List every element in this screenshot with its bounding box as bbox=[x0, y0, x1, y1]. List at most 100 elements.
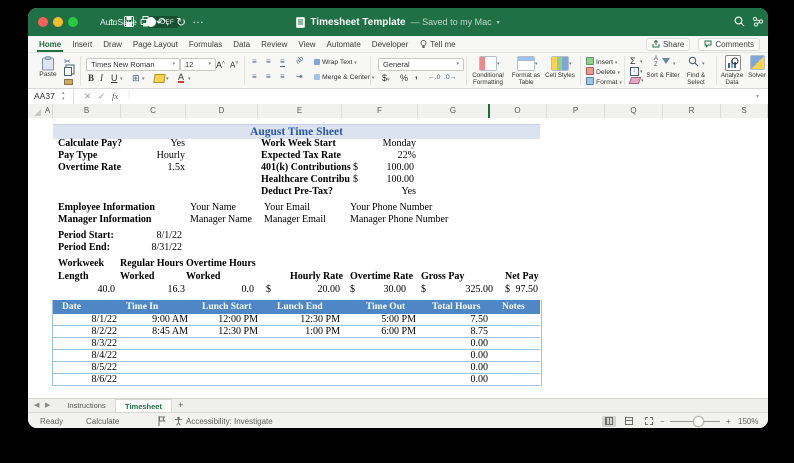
ribbon-tab-review[interactable]: Review bbox=[261, 37, 287, 52]
summary-value[interactable]: 0.0 bbox=[208, 284, 254, 296]
summary-value[interactable]: 20.00 bbox=[290, 284, 340, 296]
period-end-value[interactable]: 8/31/22 bbox=[122, 242, 182, 254]
wrap-text-button[interactable]: Wrap Text ▾ bbox=[314, 59, 357, 66]
summary-header[interactable]: Workweek bbox=[58, 258, 104, 270]
summary-header[interactable]: Regular Hours bbox=[120, 258, 183, 270]
add-sheet-button[interactable]: + bbox=[178, 400, 183, 410]
autosum-dropdown-icon[interactable]: ▾ bbox=[640, 59, 643, 65]
underline-button[interactable]: U bbox=[111, 73, 118, 83]
paste-button[interactable]: Paste bbox=[36, 56, 60, 78]
summary-currency[interactable]: $ bbox=[350, 284, 355, 296]
borders-dropdown-icon[interactable]: ▾ bbox=[142, 76, 145, 82]
name-box-stepper[interactable]: ▴▾ bbox=[62, 90, 65, 102]
bold-button[interactable]: B bbox=[88, 73, 94, 83]
percent-format-icon[interactable]: % bbox=[400, 73, 408, 83]
period-start-value[interactable]: 8/1/22 bbox=[122, 230, 182, 242]
timesheet-row[interactable]: 8/1/229:00 AM12:00 PM12:30 PM5:00 PM7.50 bbox=[53, 314, 540, 326]
currency-format-icon[interactable]: $▾ bbox=[382, 73, 390, 85]
column-header-S[interactable]: S bbox=[721, 104, 768, 118]
ribbon-tab-data[interactable]: Data bbox=[233, 37, 250, 52]
timesheet-row[interactable]: 8/5/220.00 bbox=[53, 362, 540, 374]
prev-sheet-icon[interactable]: ◀ bbox=[34, 401, 39, 409]
column-header-B[interactable]: B bbox=[53, 104, 121, 118]
ribbon-tab-home[interactable]: Home bbox=[39, 37, 61, 52]
summary-header[interactable]: Length bbox=[58, 271, 89, 283]
column-header-G[interactable]: G bbox=[418, 104, 489, 118]
cell-value[interactable]: Yes bbox=[121, 138, 185, 150]
decrease-font-icon[interactable]: A˅ bbox=[230, 58, 238, 71]
sheet-tab-timesheet[interactable]: Timesheet bbox=[116, 399, 172, 413]
summary-value[interactable]: 16.3 bbox=[138, 284, 185, 296]
next-sheet-icon[interactable]: ▶ bbox=[45, 401, 50, 409]
timesheet-cell[interactable]: 12:30 PM bbox=[278, 314, 340, 326]
summary-currency[interactable]: $ bbox=[421, 284, 426, 296]
manager-name[interactable]: Manager Name bbox=[190, 214, 252, 226]
cell-value[interactable]: Yes bbox=[346, 186, 416, 198]
clear-icon[interactable] bbox=[629, 77, 642, 84]
timesheet-table-header[interactable]: Date Time In Lunch Start Lunch End Time … bbox=[53, 300, 540, 314]
summary-value[interactable]: 325.00 bbox=[438, 284, 493, 296]
manager-email[interactable]: Manager Email bbox=[264, 214, 326, 226]
align-top-icon[interactable]: ≡ bbox=[252, 57, 257, 66]
column-header-D[interactable]: D bbox=[186, 104, 258, 118]
share-button[interactable]: Share bbox=[646, 38, 690, 51]
align-right-icon[interactable]: ≡ bbox=[280, 72, 285, 81]
column-header-R[interactable]: R bbox=[663, 104, 721, 118]
cell-label[interactable]: Work Week Start bbox=[261, 138, 336, 150]
name-box[interactable]: AA37 bbox=[28, 89, 74, 104]
timesheet-cell[interactable]: 8.75 bbox=[426, 326, 488, 338]
format-cells-button[interactable]: Format ▾ bbox=[586, 77, 622, 86]
underline-dropdown-icon[interactable]: ▾ bbox=[120, 76, 123, 82]
title-chevron-down-icon[interactable]: ▾ bbox=[497, 19, 500, 26]
font-color-icon[interactable]: A bbox=[178, 72, 184, 83]
column-header-E[interactable]: E bbox=[258, 104, 342, 118]
employee-info-label[interactable]: Employee Information bbox=[58, 202, 155, 214]
minimize-window-button[interactable] bbox=[53, 17, 63, 27]
cell-label[interactable]: 401(k) Contributions bbox=[261, 162, 351, 174]
ribbon-tab-automate[interactable]: Automate bbox=[327, 37, 361, 52]
ribbon-tab-insert[interactable]: Insert bbox=[72, 37, 92, 52]
insert-cells-button[interactable]: Insert ▾ bbox=[586, 57, 617, 66]
zoom-in-button[interactable]: + bbox=[726, 417, 731, 426]
number-format-select[interactable]: General▾ bbox=[378, 58, 464, 71]
enter-icon[interactable]: ✓ bbox=[98, 91, 105, 102]
font-color-dropdown-icon[interactable]: ▾ bbox=[188, 76, 191, 82]
summary-header[interactable]: Overtime Hours bbox=[186, 258, 256, 270]
summary-header[interactable]: Net Pay bbox=[505, 271, 539, 283]
align-center-icon[interactable]: ≡ bbox=[266, 72, 271, 81]
page-break-view-button[interactable] bbox=[642, 416, 656, 427]
summary-value[interactable]: 30.00 bbox=[358, 284, 406, 296]
fill-down-icon[interactable]: ↓ bbox=[630, 67, 639, 76]
accessibility-status[interactable]: Accessibility: Investigate bbox=[186, 417, 273, 426]
column-header-C[interactable]: C bbox=[121, 104, 186, 118]
column-header-F[interactable]: F bbox=[342, 104, 418, 118]
fill-dropdown-icon[interactable]: ▾ bbox=[640, 69, 643, 75]
close-window-button[interactable] bbox=[38, 17, 48, 27]
align-left-icon[interactable]: ≡ bbox=[252, 72, 257, 81]
timesheet-cell[interactable]: 0.00 bbox=[426, 338, 488, 350]
summary-header[interactable]: Gross Pay bbox=[421, 271, 464, 283]
timesheet-row[interactable]: 8/2/228:45 AM12:30 PM1:00 PM6:00 PM8.75 bbox=[53, 326, 540, 338]
more-commands-icon[interactable]: … bbox=[192, 11, 204, 27]
font-name-select[interactable]: Times New Roman▾ bbox=[86, 58, 180, 71]
sheet-title-cell[interactable]: August Time Sheet bbox=[53, 124, 540, 139]
period-end-label[interactable]: Period End: bbox=[58, 242, 110, 254]
cell-label[interactable]: Deduct Pre-Tax? bbox=[261, 186, 333, 198]
timesheet-cell[interactable]: 0.00 bbox=[426, 362, 488, 374]
ribbon-tab-view[interactable]: View bbox=[298, 37, 315, 52]
copy-icon[interactable] bbox=[64, 67, 72, 76]
summary-value[interactable]: 40.0 bbox=[68, 284, 115, 296]
formula-input[interactable] bbox=[132, 89, 752, 104]
summary-header[interactable]: Worked bbox=[186, 271, 220, 283]
ribbon-tab-draw[interactable]: Draw bbox=[103, 37, 122, 52]
summary-header[interactable]: Hourly Rate bbox=[290, 271, 343, 283]
merge-center-button[interactable]: Merge & Center ▾ bbox=[314, 74, 374, 81]
timesheet-row[interactable]: 8/6/220.00 bbox=[53, 374, 540, 386]
undo-icon[interactable]: ↶▾ bbox=[156, 14, 169, 33]
timesheet-cell[interactable]: 0.00 bbox=[426, 374, 488, 386]
timesheet-cell[interactable]: 12:30 PM bbox=[196, 326, 258, 338]
zoom-window-button[interactable] bbox=[68, 17, 78, 27]
normal-view-button[interactable] bbox=[602, 416, 616, 427]
print-icon[interactable] bbox=[140, 16, 151, 27]
timesheet-cell[interactable]: 8/2/22 bbox=[55, 326, 117, 338]
